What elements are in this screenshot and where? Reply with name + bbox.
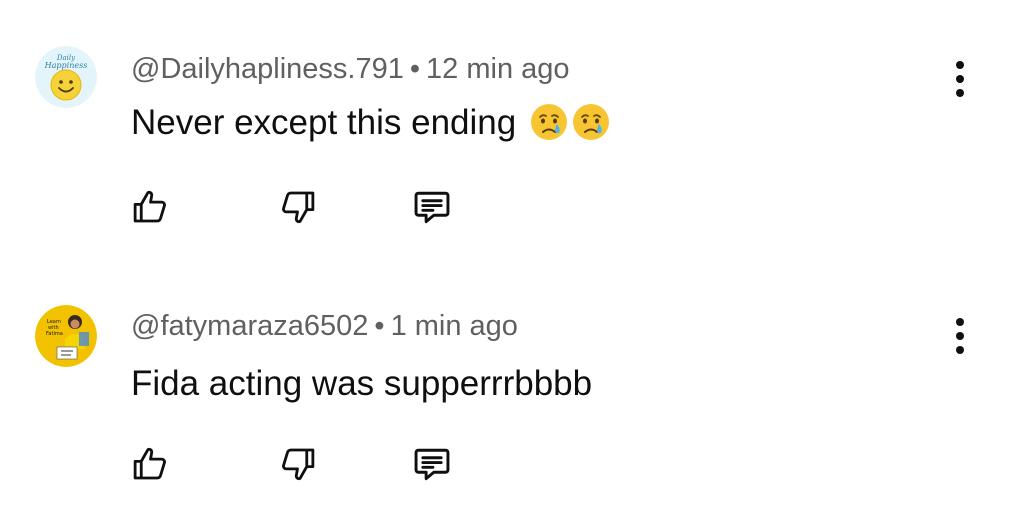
crying-face-icon <box>530 103 567 140</box>
like-button[interactable] <box>126 440 174 488</box>
reply-button[interactable] <box>408 183 456 231</box>
thumbs-down-icon <box>282 191 315 224</box>
comment-meta: @Dailyhapliness.791 • 12 min ago <box>131 53 570 86</box>
dislike-button[interactable] <box>274 440 322 488</box>
svg-text:Fatima: Fatima <box>46 331 63 337</box>
comment-actions <box>126 183 486 233</box>
comment-author[interactable]: @fatymaraza6502 <box>131 310 368 342</box>
avatar[interactable]: Daily Happiness <box>35 46 97 108</box>
more-options-button[interactable] <box>942 55 978 103</box>
reply-comment-icon <box>414 448 450 481</box>
comment-time: 12 min ago <box>426 53 570 85</box>
avatar[interactable]: Learn with Fatima <box>35 305 97 367</box>
more-vert-icon <box>956 318 964 326</box>
like-button[interactable] <box>126 183 174 231</box>
reply-comment-icon <box>414 191 450 224</box>
more-vert-icon <box>956 61 964 69</box>
comment-body: Never except this ending <box>131 103 517 142</box>
thumbs-up-icon <box>133 447 166 480</box>
meta-separator: • <box>409 53 421 85</box>
comment-author[interactable]: @Dailyhapliness.791 <box>131 53 404 85</box>
thumbs-up-icon <box>133 190 166 223</box>
crying-face-icon <box>572 103 609 140</box>
avatar-daily-happiness-icon: Daily Happiness <box>35 46 97 108</box>
comment-meta: @fatymaraza6502 • 1 min ago <box>131 310 518 343</box>
comment-actions <box>126 440 486 490</box>
comment-text: Fida acting was supperrrbbbb <box>131 364 592 404</box>
comment-item: Daily Happiness @Dailyhapliness.791 • 12 m… <box>0 0 1024 257</box>
comment-body: Fida acting was supperrrbbbb <box>131 364 593 403</box>
dislike-button[interactable] <box>274 183 322 231</box>
avatar-learn-with-fatima-icon: Learn with Fatima <box>35 305 97 367</box>
comment-time: 1 min ago <box>390 310 518 342</box>
svg-text:Happiness: Happiness <box>44 61 88 70</box>
comment-item: Learn with Fatima @fatymaraza6502 • 1 min … <box>0 257 1024 514</box>
meta-separator: • <box>374 310 385 342</box>
comment-text: Never except this ending <box>131 103 610 144</box>
reply-button[interactable] <box>408 440 456 488</box>
more-options-button[interactable] <box>942 312 978 360</box>
thumbs-down-icon <box>282 448 315 481</box>
